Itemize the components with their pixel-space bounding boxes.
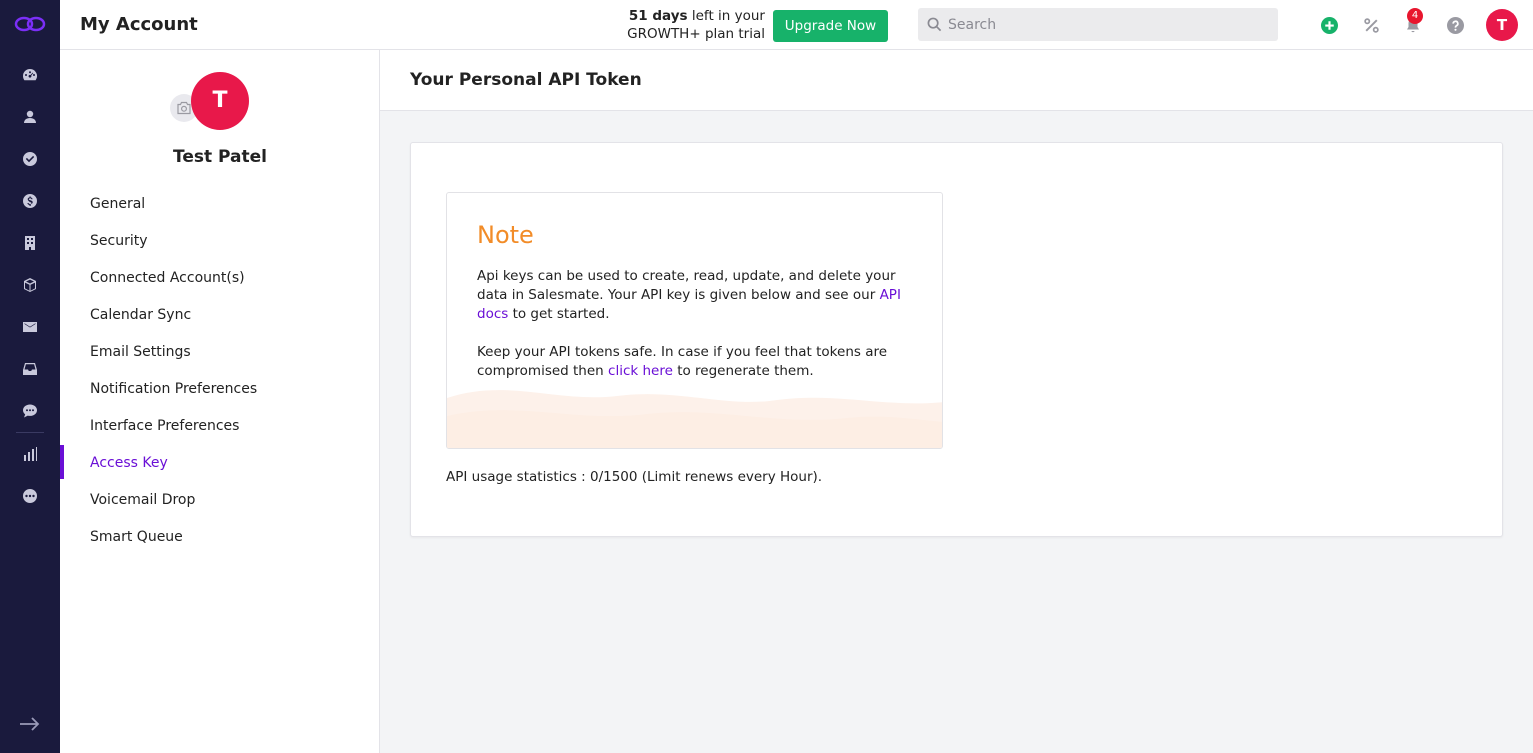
deals-icon[interactable] bbox=[19, 190, 41, 212]
tasks-icon[interactable] bbox=[19, 148, 41, 170]
quick-add-icon[interactable] bbox=[1319, 15, 1339, 35]
profile-avatar: T bbox=[191, 72, 249, 130]
section-title: Your Personal API Token bbox=[410, 70, 642, 90]
salesmate-logo-icon[interactable] bbox=[14, 14, 46, 34]
trial-text-1: left in your bbox=[691, 8, 765, 24]
help-icon[interactable] bbox=[1445, 15, 1465, 35]
sidebar-item-security[interactable]: Security bbox=[60, 223, 380, 260]
email-icon[interactable] bbox=[19, 316, 41, 338]
sidebar-item-access-key[interactable]: Access Key bbox=[60, 445, 380, 482]
contacts-icon[interactable] bbox=[19, 106, 41, 128]
trial-text-2: GROWTH+ plan trial bbox=[627, 26, 765, 42]
sidebar-item-general[interactable]: General bbox=[60, 186, 380, 223]
note-paragraph-2: Keep your API tokens safe. In case if yo… bbox=[477, 344, 888, 379]
chat-icon[interactable] bbox=[19, 400, 41, 422]
sidebar-item-voicemail-drop[interactable]: Voicemail Drop bbox=[60, 482, 380, 519]
page-title: My Account bbox=[80, 14, 198, 35]
sidebar-item-interface-preferences[interactable]: Interface Preferences bbox=[60, 408, 380, 445]
sidebar-item-connected-accounts[interactable]: Connected Account(s) bbox=[60, 260, 380, 297]
app-rail bbox=[0, 0, 60, 753]
sidebar-item-calendar-sync[interactable]: Calendar Sync bbox=[60, 297, 380, 334]
percent-icon[interactable] bbox=[1361, 15, 1381, 35]
notification-count-badge: 4 bbox=[1407, 8, 1423, 24]
trial-days: 51 days bbox=[628, 8, 688, 24]
decorative-wave bbox=[447, 390, 942, 448]
note-box: Note Api keys can be used to create, rea… bbox=[446, 192, 943, 449]
trial-notice: 51 days left in your GROWTH+ plan trial bbox=[620, 7, 765, 43]
search-box bbox=[918, 8, 1278, 41]
sidebar-item-notification-preferences[interactable]: Notification Preferences bbox=[60, 371, 380, 408]
content-header: Your Personal API Token bbox=[380, 50, 1533, 111]
note-paragraph-1: Api keys can be used to create, read, up… bbox=[477, 268, 901, 322]
upgrade-now-button[interactable]: Upgrade Now bbox=[773, 10, 888, 42]
note-heading: Note bbox=[477, 221, 534, 249]
api-token-card: Note Api keys can be used to create, rea… bbox=[410, 142, 1503, 537]
expand-arrow-icon[interactable] bbox=[18, 714, 42, 734]
settings-menu: General Security Connected Account(s) Ca… bbox=[60, 186, 380, 556]
reports-icon[interactable] bbox=[19, 443, 41, 465]
profile-name: Test Patel bbox=[173, 147, 267, 167]
account-sidebar: T Test Patel General Security Connected … bbox=[60, 50, 380, 753]
inbox-icon[interactable] bbox=[19, 358, 41, 380]
sidebar-item-email-settings[interactable]: Email Settings bbox=[60, 334, 380, 371]
companies-icon[interactable] bbox=[19, 232, 41, 254]
search-icon bbox=[927, 17, 942, 32]
top-header: My Account 51 days left in your GROWTH+ … bbox=[60, 0, 1533, 50]
dashboard-icon[interactable] bbox=[19, 64, 41, 86]
rail-divider bbox=[16, 432, 44, 433]
api-usage-stats: API usage statistics : 0/1500 (Limit ren… bbox=[446, 469, 823, 485]
search-input[interactable] bbox=[948, 8, 1268, 41]
products-icon[interactable] bbox=[19, 274, 41, 296]
sidebar-item-smart-queue[interactable]: Smart Queue bbox=[60, 519, 380, 556]
user-avatar[interactable]: T bbox=[1486, 9, 1518, 41]
more-icon[interactable] bbox=[19, 485, 41, 507]
regenerate-link[interactable]: click here bbox=[608, 363, 673, 379]
